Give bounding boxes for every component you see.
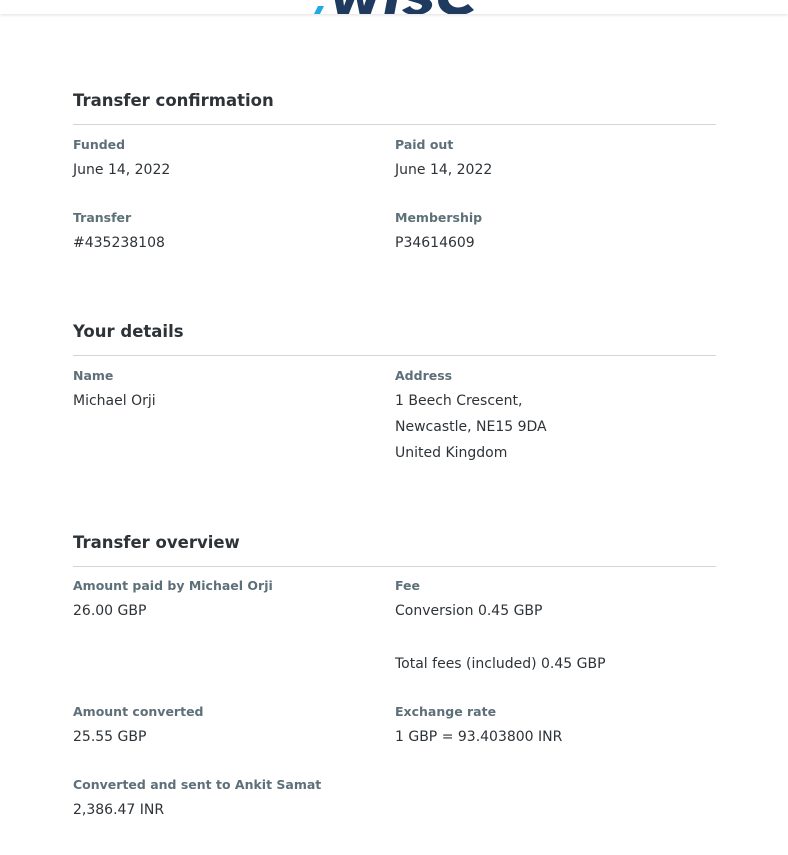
amount-paid-value: 26.00 GBP: [73, 603, 147, 619]
converted-sent-value: 2,386.47 INR: [73, 802, 165, 818]
address-label: Address: [395, 368, 453, 383]
fee-field: Fee Conversion 0.45 GBP Total fees (incl…: [395, 578, 606, 677]
name-label: Name: [73, 368, 114, 383]
amount-paid-field: Amount paid by Michael Orji 26.00 GBP: [73, 578, 273, 624]
address-line-2: Newcastle, NE15 9DA: [395, 419, 547, 435]
header-bar: [0, 0, 788, 14]
paid-out-value: June 14, 2022: [395, 162, 493, 178]
section-title: Transfer confirmation: [73, 91, 274, 110]
address-field: Address 1 Beech Crescent, Newcastle, NE1…: [395, 368, 547, 466]
membership-label: Membership: [395, 210, 483, 225]
exchange-rate-label: Exchange rate: [395, 704, 497, 719]
wise-logo: [314, 0, 476, 14]
paid-out-field: Paid out June 14, 2022: [395, 137, 492, 183]
converted-sent-label: Converted and sent to Ankit Samat: [73, 777, 322, 792]
address-line-3: United Kingdom: [395, 445, 508, 461]
section-divider: [73, 355, 716, 356]
transfer-label: Transfer: [73, 210, 132, 225]
section-divider: [73, 566, 716, 567]
name-field: Name Michael Orji: [73, 368, 156, 414]
transfer-overview-section: Transfer overview: [73, 532, 716, 567]
transfer-id-field: Transfer #435238108: [73, 210, 165, 256]
section-title: Transfer overview: [73, 533, 240, 552]
fee-total-value: Total fees (included) 0.45 GBP: [395, 656, 606, 672]
amount-converted-value: 25.55 GBP: [73, 729, 147, 745]
exchange-rate-value: 1 GBP = 93.403800 INR: [395, 729, 563, 745]
logo-wordmark: [334, 0, 476, 14]
membership-field: Membership P34614609: [395, 210, 482, 256]
section-divider: [73, 124, 716, 125]
funded-value: June 14, 2022: [73, 162, 171, 178]
fee-label: Fee: [395, 578, 420, 593]
funded-label: Funded: [73, 137, 126, 152]
fee-conversion-value: Conversion 0.45 GBP: [395, 603, 543, 619]
section-title: Your details: [73, 322, 184, 341]
converted-sent-field: Converted and sent to Ankit Samat 2,386.…: [73, 777, 321, 823]
name-value: Michael Orji: [73, 393, 156, 409]
funded-field: Funded June 14, 2022: [73, 137, 170, 183]
amount-converted-label: Amount converted: [73, 704, 204, 719]
amount-paid-label: Amount paid by Michael Orji: [73, 578, 273, 593]
address-line-1: 1 Beech Crescent,: [395, 393, 523, 409]
your-details-section: Your details: [73, 321, 716, 356]
paid-out-label: Paid out: [395, 137, 454, 152]
logo-flag-mark: [314, 6, 324, 14]
membership-value: P34614609: [395, 235, 475, 251]
transfer-confirmation-section: Transfer confirmation: [73, 90, 716, 125]
amount-converted-field: Amount converted 25.55 GBP: [73, 704, 204, 750]
exchange-rate-field: Exchange rate 1 GBP = 93.403800 INR: [395, 704, 562, 750]
transfer-value: #435238108: [73, 235, 165, 251]
